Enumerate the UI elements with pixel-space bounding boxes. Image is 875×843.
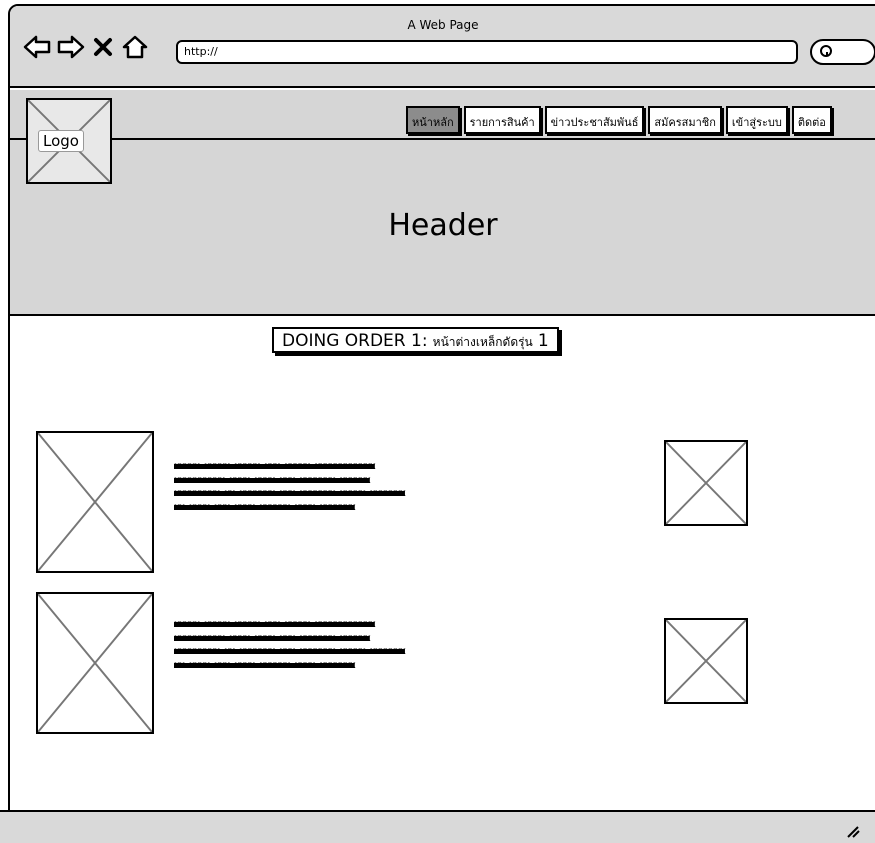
item-description: xxxxx xxxxx xxxxx xxx xxxxx xxxxxxxxxxxx…: [174, 618, 474, 672]
order-banner: DOING ORDER 1: หน้าต่างเหล็กดัดรุ่น 1: [272, 327, 559, 353]
browser-chrome: A Web Page http://: [10, 6, 875, 88]
back-icon[interactable]: [22, 34, 52, 60]
nav-tab-home[interactable]: หน้าหลัก: [406, 106, 460, 134]
home-icon[interactable]: [120, 34, 150, 60]
close-icon[interactable]: [92, 34, 114, 60]
page-header: Logo หน้าหลัก รายการสินค้า ข่าวประชาสัมพ…: [10, 90, 875, 316]
nav-tab-contact[interactable]: ติดต่อ: [791, 106, 832, 134]
status-bar: [0, 810, 875, 843]
resize-grip-icon[interactable]: [846, 824, 860, 838]
item-image-placeholder: [36, 592, 154, 734]
nav-tab-login[interactable]: เข้าสู่ระบบ: [725, 106, 788, 134]
item-thumbnail-placeholder: [664, 618, 748, 704]
nav-tab-news[interactable]: ข่าวประชาสัมพันธ์: [544, 106, 645, 134]
nav-tab-register[interactable]: สมัครสมาชิก: [648, 106, 722, 134]
window-title: A Web Page: [407, 18, 479, 32]
nav-tab-products[interactable]: รายการสินค้า: [463, 106, 541, 134]
description-line: xxxxxxxxx xx xxxxxxx xxx xxxxxxx xxxxx x…: [174, 646, 406, 657]
logo-label: Logo: [38, 130, 84, 152]
item-thumbnail-placeholder: [664, 440, 748, 526]
nav-menu: หน้าหลัก รายการสินค้า ข่าวประชาสัมพันธ์ …: [406, 106, 832, 134]
description-line: xx xxxx xxx xxxx xxxxxx xxxx xxxxxxx: [174, 501, 356, 513]
header-divider: [10, 138, 875, 140]
item-image-placeholder: [36, 431, 154, 573]
description-line: xxxxxxxxx xx xxxxxxx xxx xxxxxxx xxxxx x…: [174, 488, 406, 499]
forward-icon[interactable]: [56, 34, 86, 60]
search-icon: [820, 45, 832, 57]
header-title: Header: [388, 208, 498, 243]
order-number: 1: [537, 331, 549, 351]
search-field[interactable]: [810, 39, 875, 65]
description-line: xxxxx xxxxx xxxxx xxx xxxxx xxxxxxxxxxxx: [174, 461, 376, 472]
url-input[interactable]: http://: [176, 40, 798, 64]
item-description: xxxxx xxxxx xxxxx xxx xxxxx xxxxxxxxxxxx…: [174, 460, 474, 514]
description-line: xxxxxxxxxx xxxx xxxx xxx xxxxxxx xxxxxx: [174, 632, 371, 644]
description-line: xxxxx xxxxx xxxxx xxx xxxxx xxxxxxxxxxxx: [174, 619, 376, 630]
order-name: หน้าต่างเหล็กดัดรุ่น: [432, 335, 533, 349]
order-label: DOING ORDER 1:: [282, 331, 428, 351]
description-line: xx xxxx xxx xxxx xxxxxx xxxx xxxxxxx: [174, 659, 356, 671]
description-line: xxxxxxxxxx xxxx xxxx xxx xxxxxxx xxxxxx: [174, 474, 371, 486]
